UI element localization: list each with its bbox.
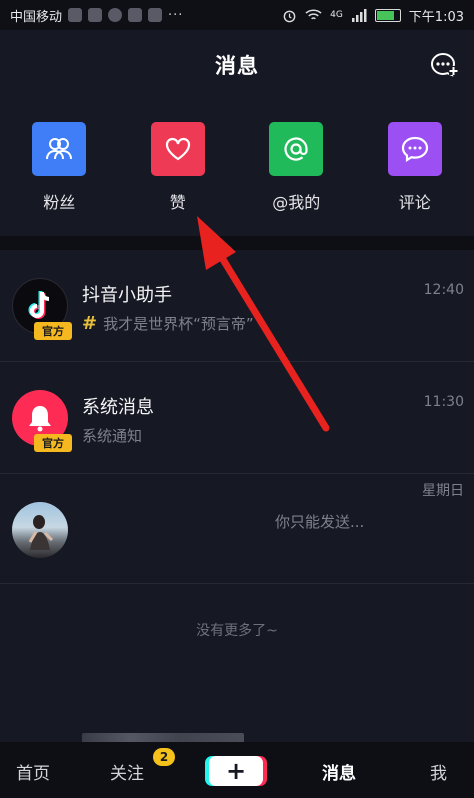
conversation-time: 11:30 bbox=[423, 394, 464, 410]
conversation-title: 抖音小助手 bbox=[82, 285, 172, 306]
section-divider bbox=[0, 236, 474, 250]
tab-home[interactable]: 首页 bbox=[16, 759, 50, 784]
official-badge: 官方 bbox=[34, 434, 72, 452]
list-item-assistant[interactable]: 官方 抖音小助手 # 我才是世界杯“预言帝” 12:40 bbox=[0, 250, 474, 362]
conversation-title: 系统消息 bbox=[82, 397, 154, 418]
quick-action-comments[interactable]: 评论 bbox=[356, 105, 474, 225]
quick-action-label: 粉丝 bbox=[43, 193, 76, 212]
battery-icon bbox=[374, 8, 401, 22]
conversation-preview: 系统通知 bbox=[82, 427, 143, 445]
taobao-notification-icon bbox=[128, 8, 143, 22]
alarm-icon bbox=[283, 10, 296, 22]
heart-icon bbox=[150, 122, 205, 176]
signal-icon bbox=[351, 9, 367, 22]
conversation-preview: 你只能发送... bbox=[275, 513, 365, 531]
quick-action-label: 评论 bbox=[398, 193, 431, 212]
chat-notification-icon bbox=[108, 8, 123, 22]
list-item-user[interactable]: 你只能发送... 星期日 bbox=[0, 474, 474, 784]
more-notifications-icon: ··· bbox=[168, 7, 184, 23]
app-notification-icon bbox=[88, 8, 103, 22]
tab-me[interactable]: 我 bbox=[430, 759, 447, 784]
quick-action-mentions[interactable]: @我的 bbox=[237, 105, 356, 225]
comment-icon bbox=[387, 122, 442, 176]
fans-icon bbox=[32, 122, 87, 176]
official-badge: 官方 bbox=[34, 322, 72, 340]
tab-follow[interactable]: 关注 bbox=[110, 759, 144, 784]
page-header: 消息 bbox=[0, 30, 474, 100]
no-more-label: 没有更多了~ bbox=[196, 623, 278, 639]
network-type-label: 4G bbox=[330, 10, 343, 20]
app-notification-icon bbox=[148, 8, 163, 22]
quick-action-label: 赞 bbox=[169, 193, 186, 212]
page-title: 消息 bbox=[215, 54, 259, 78]
wifi-icon bbox=[305, 9, 322, 20]
user-avatar bbox=[12, 502, 68, 558]
conversation-time: 星期日 bbox=[422, 483, 464, 499]
bottom-tab-bar: 首页 关注 2 + 消息 我 bbox=[0, 742, 474, 798]
new-chat-icon[interactable] bbox=[428, 50, 458, 80]
status-bar: 中国移动 ··· 4G 下午1:03 bbox=[0, 0, 474, 30]
quick-action-label: @我的 bbox=[272, 193, 321, 212]
quick-action-likes[interactable]: 赞 bbox=[119, 105, 238, 225]
conversation-preview: 我才是世界杯“预言帝” bbox=[103, 315, 254, 333]
carrier-label: 中国移动 bbox=[10, 9, 63, 25]
tab-messages[interactable]: 消息 bbox=[322, 759, 356, 784]
follow-count-badge: 2 bbox=[153, 748, 175, 766]
quick-actions-row: 粉丝 赞 @我的 评论 bbox=[0, 105, 474, 225]
add-button[interactable]: + bbox=[209, 756, 263, 786]
list-item-system[interactable]: 官方 系统消息 系统通知 11:30 bbox=[0, 362, 474, 474]
quick-action-fans[interactable]: 粉丝 bbox=[0, 105, 119, 225]
at-icon bbox=[269, 122, 324, 176]
conversation-time: 12:40 bbox=[423, 282, 464, 298]
message-list: 官方 抖音小助手 # 我才是世界杯“预言帝” 12:40 官方 系统消息 系统通… bbox=[0, 250, 474, 784]
hashtag-icon: # bbox=[82, 313, 98, 334]
clock: 下午1:03 bbox=[408, 9, 464, 25]
tiktok-notification-icon bbox=[68, 8, 83, 22]
